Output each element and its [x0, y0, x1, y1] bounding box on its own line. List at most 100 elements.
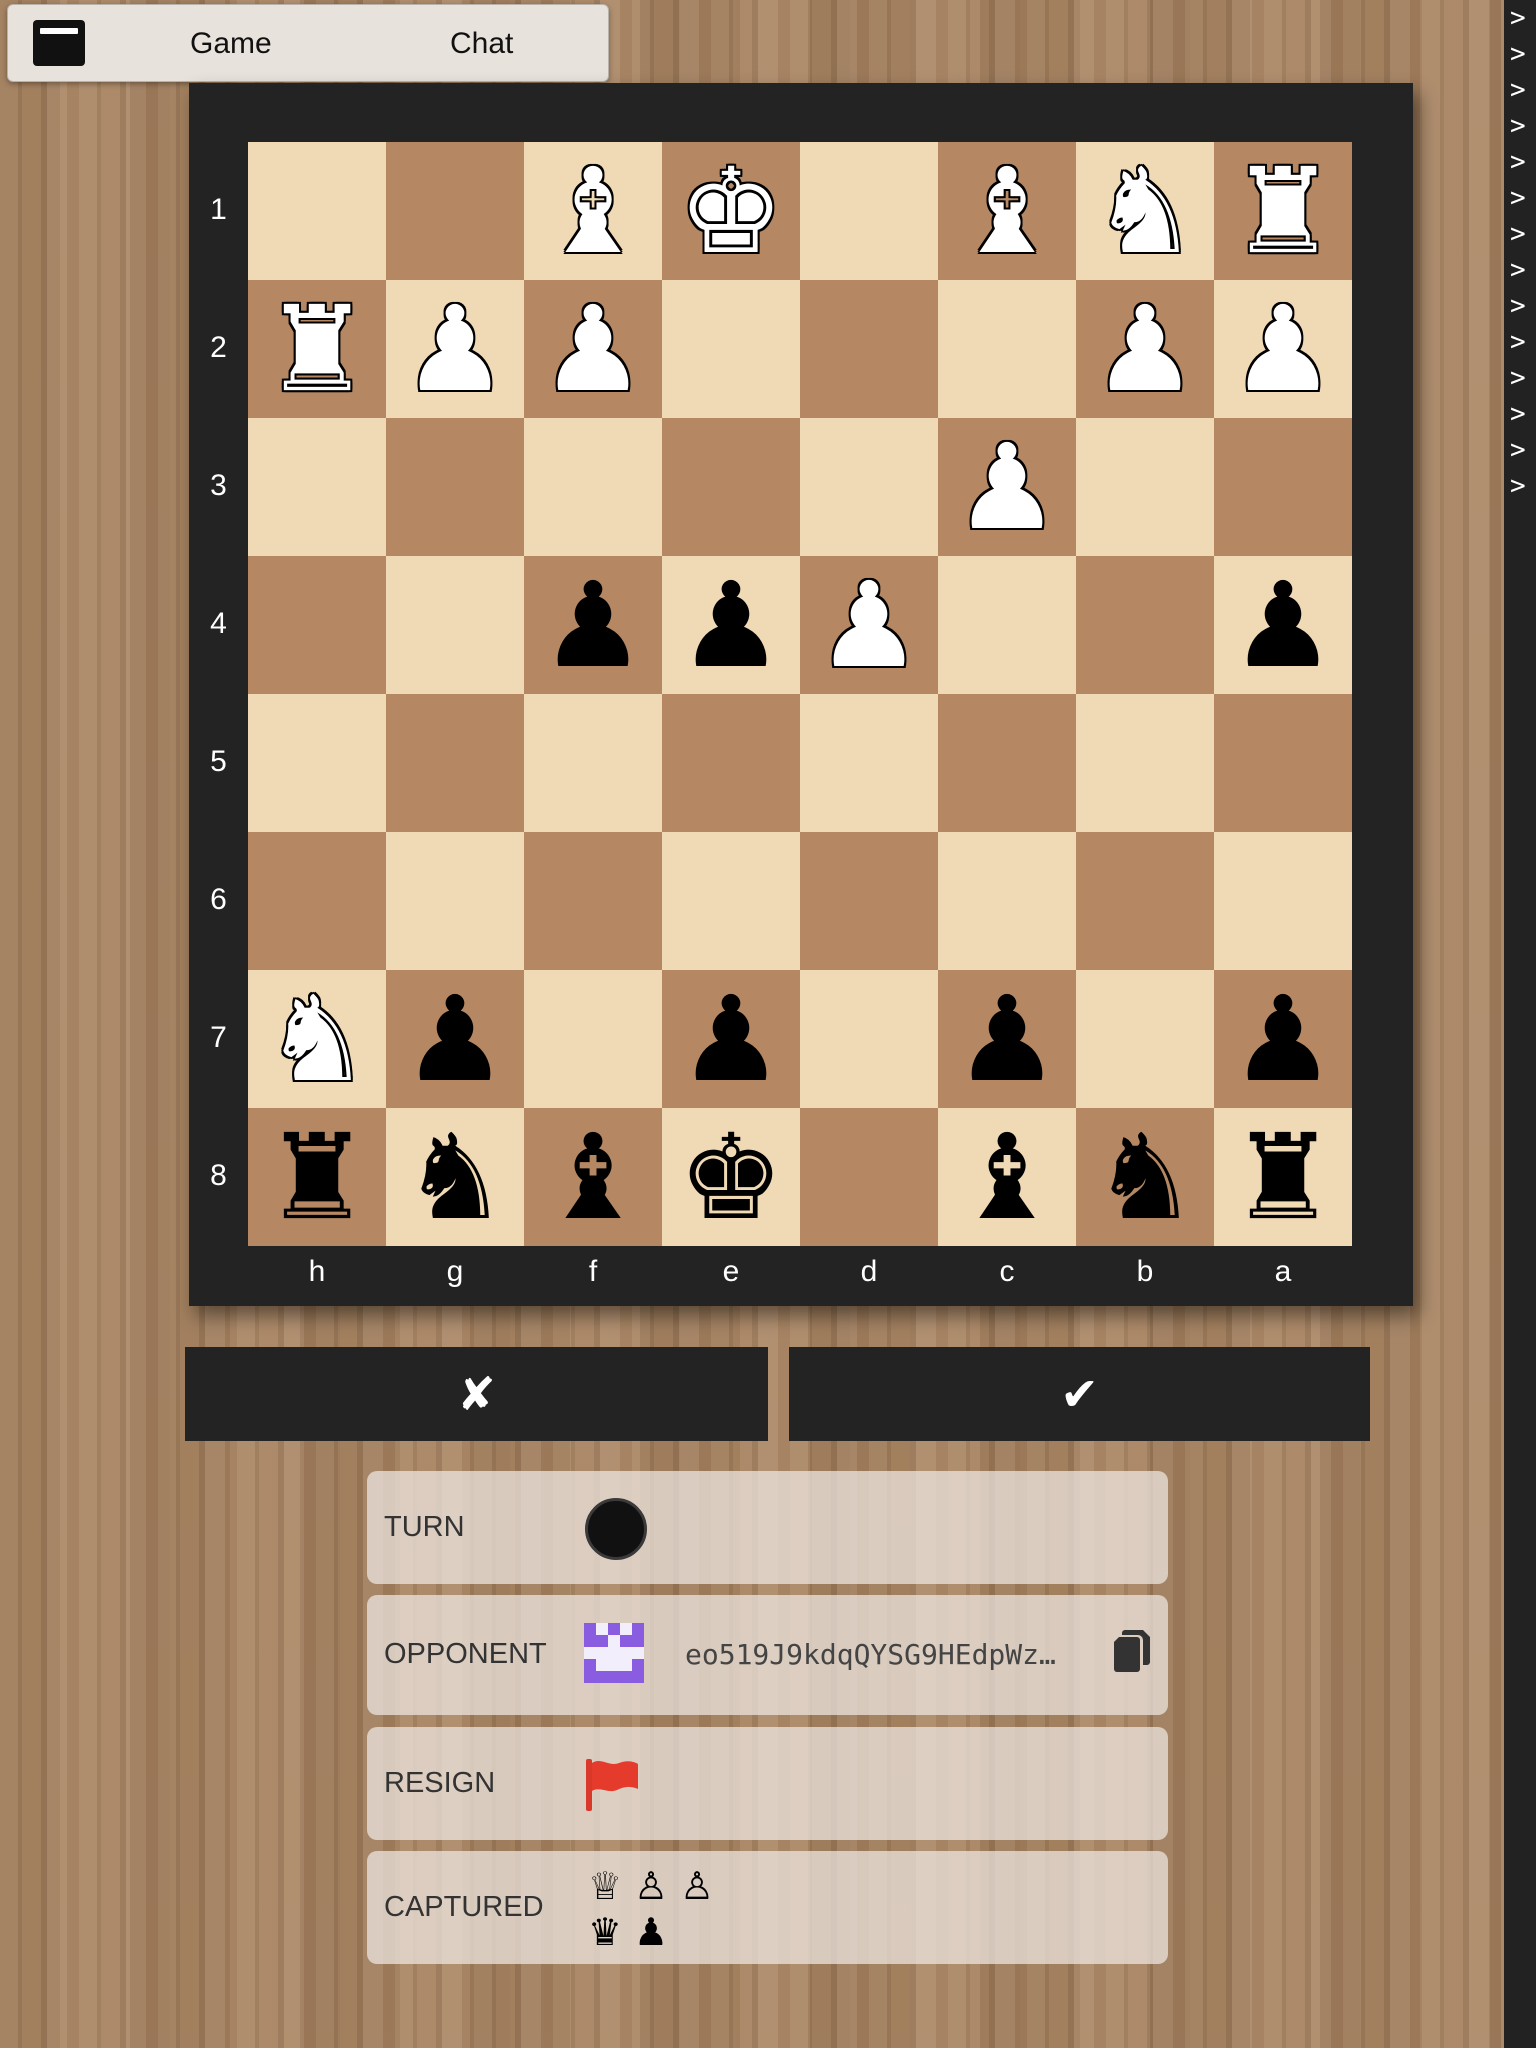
square-c8[interactable]: ♝	[938, 1108, 1076, 1246]
black-pawn-piece[interactable]: ♟	[678, 980, 784, 1098]
square-b2[interactable]: ♟	[1076, 280, 1214, 418]
tab-game[interactable]: Game	[190, 27, 272, 61]
square-e6[interactable]	[662, 832, 800, 970]
white-knight-piece[interactable]: ♞	[264, 980, 370, 1098]
square-h6[interactable]	[248, 832, 386, 970]
square-e4[interactable]: ♟	[662, 556, 800, 694]
square-f4[interactable]: ♟	[524, 556, 662, 694]
square-c4[interactable]	[938, 556, 1076, 694]
square-h8[interactable]: ♜	[248, 1108, 386, 1246]
black-rook-piece[interactable]: ♜	[1230, 1118, 1336, 1236]
square-f3[interactable]	[524, 418, 662, 556]
square-b3[interactable]	[1076, 418, 1214, 556]
square-b6[interactable]	[1076, 832, 1214, 970]
black-pawn-piece[interactable]: ♟	[954, 980, 1060, 1098]
cancel-move-button[interactable]: ✘	[185, 1347, 768, 1441]
square-d2[interactable]	[800, 280, 938, 418]
square-c6[interactable]	[938, 832, 1076, 970]
white-rook-piece[interactable]: ♜	[1230, 152, 1336, 270]
black-knight-piece[interactable]: ♞	[402, 1118, 508, 1236]
white-pawn-piece[interactable]: ♟	[1230, 290, 1336, 408]
confirm-move-button[interactable]: ✔	[789, 1347, 1370, 1441]
square-c3[interactable]: ♟	[938, 418, 1076, 556]
square-f1[interactable]: ♝	[524, 142, 662, 280]
white-pawn-piece[interactable]: ♟	[816, 566, 922, 684]
black-bishop-piece[interactable]: ♝	[954, 1118, 1060, 1236]
black-pawn-piece[interactable]: ♟	[402, 980, 508, 1098]
white-knight-piece[interactable]: ♞	[1092, 152, 1198, 270]
square-g1[interactable]	[386, 142, 524, 280]
tab-chat[interactable]: Chat	[450, 27, 513, 61]
white-pawn-piece[interactable]: ♟	[402, 290, 508, 408]
square-g7[interactable]: ♟	[386, 970, 524, 1108]
black-rook-piece[interactable]: ♜	[264, 1118, 370, 1236]
square-d1[interactable]	[800, 142, 938, 280]
square-c7[interactable]: ♟	[938, 970, 1076, 1108]
square-b4[interactable]	[1076, 556, 1214, 694]
square-a6[interactable]	[1214, 832, 1352, 970]
square-h1[interactable]	[248, 142, 386, 280]
white-pawn-piece[interactable]: ♟	[954, 428, 1060, 546]
square-c1[interactable]: ♝	[938, 142, 1076, 280]
square-b5[interactable]	[1076, 694, 1214, 832]
black-knight-piece[interactable]: ♞	[1092, 1118, 1198, 1236]
white-king-piece[interactable]: ♚	[678, 152, 784, 270]
square-a8[interactable]: ♜	[1214, 1108, 1352, 1246]
square-d8[interactable]	[800, 1108, 938, 1246]
square-a1[interactable]: ♜	[1214, 142, 1352, 280]
square-f6[interactable]	[524, 832, 662, 970]
square-e2[interactable]	[662, 280, 800, 418]
black-pawn-piece[interactable]: ♟	[1230, 980, 1336, 1098]
white-rook-piece[interactable]: ♜	[264, 290, 370, 408]
square-c2[interactable]	[938, 280, 1076, 418]
square-h2[interactable]: ♜	[248, 280, 386, 418]
square-e3[interactable]	[662, 418, 800, 556]
white-bishop-piece[interactable]: ♝	[954, 152, 1060, 270]
square-e7[interactable]: ♟	[662, 970, 800, 1108]
square-g8[interactable]: ♞	[386, 1108, 524, 1246]
square-e8[interactable]: ♚	[662, 1108, 800, 1246]
square-a7[interactable]: ♟	[1214, 970, 1352, 1108]
black-bishop-piece[interactable]: ♝	[540, 1118, 646, 1236]
square-b8[interactable]: ♞	[1076, 1108, 1214, 1246]
square-c5[interactable]	[938, 694, 1076, 832]
black-pawn-piece[interactable]: ♟	[540, 566, 646, 684]
square-b1[interactable]: ♞	[1076, 142, 1214, 280]
black-king-piece[interactable]: ♚	[678, 1118, 784, 1236]
square-g3[interactable]	[386, 418, 524, 556]
square-d7[interactable]	[800, 970, 938, 1108]
square-e1[interactable]: ♚	[662, 142, 800, 280]
flag-icon[interactable]	[583, 1755, 641, 1811]
square-d4[interactable]: ♟	[800, 556, 938, 694]
square-f8[interactable]: ♝	[524, 1108, 662, 1246]
white-bishop-piece[interactable]: ♝	[540, 152, 646, 270]
square-d5[interactable]	[800, 694, 938, 832]
square-e5[interactable]	[662, 694, 800, 832]
square-g2[interactable]: ♟	[386, 280, 524, 418]
square-h3[interactable]	[248, 418, 386, 556]
square-f7[interactable]	[524, 970, 662, 1108]
white-pawn-piece[interactable]: ♟	[540, 290, 646, 408]
expand-arrow: >	[1510, 111, 1526, 141]
square-a3[interactable]	[1214, 418, 1352, 556]
side-drawer-handle[interactable]: > > > > > > > > > > > > > >	[1501, 0, 1536, 2048]
square-h4[interactable]	[248, 556, 386, 694]
square-h5[interactable]	[248, 694, 386, 832]
square-b7[interactable]	[1076, 970, 1214, 1108]
square-f2[interactable]: ♟	[524, 280, 662, 418]
copy-icon[interactable]	[1113, 1629, 1151, 1673]
square-g5[interactable]	[386, 694, 524, 832]
square-f5[interactable]	[524, 694, 662, 832]
black-pawn-piece[interactable]: ♟	[678, 566, 784, 684]
square-d6[interactable]	[800, 832, 938, 970]
square-d3[interactable]	[800, 418, 938, 556]
square-a5[interactable]	[1214, 694, 1352, 832]
black-pawn-piece[interactable]: ♟	[1230, 566, 1336, 684]
square-a4[interactable]: ♟	[1214, 556, 1352, 694]
square-h7[interactable]: ♞	[248, 970, 386, 1108]
square-g6[interactable]	[386, 832, 524, 970]
white-pawn-piece[interactable]: ♟	[1092, 290, 1198, 408]
square-a2[interactable]: ♟	[1214, 280, 1352, 418]
square-g4[interactable]	[386, 556, 524, 694]
menu-icon[interactable]	[33, 20, 85, 66]
